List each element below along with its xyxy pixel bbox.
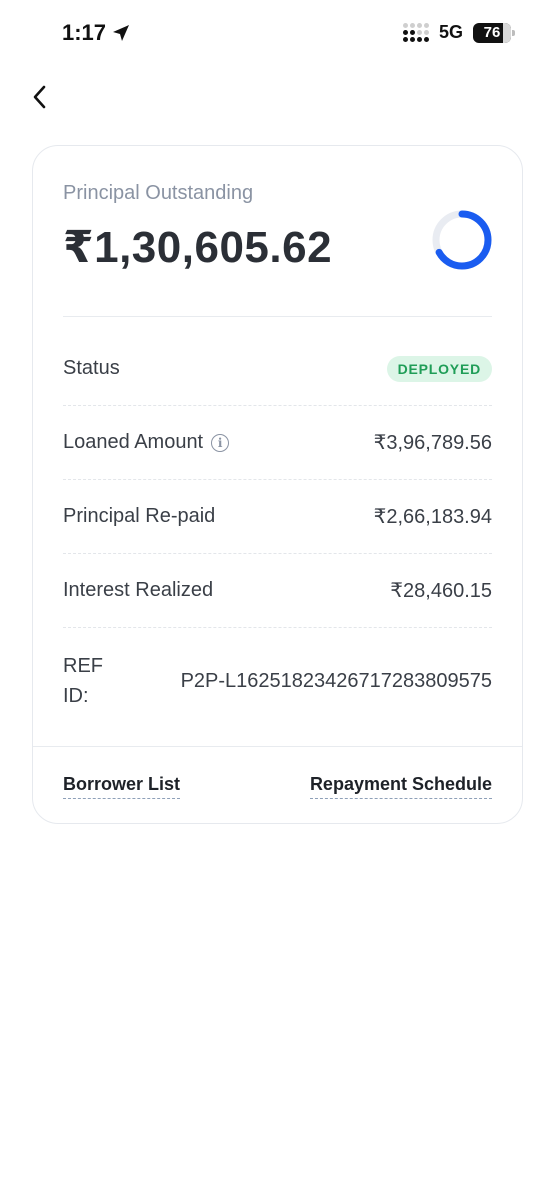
status-bar: 1:17 5G 76 [0, 0, 555, 70]
back-chevron-icon [33, 85, 46, 109]
principal-repaid-row: Principal Re-paid ₹2,66,183.94 [63, 480, 492, 554]
back-button[interactable] [26, 82, 52, 112]
interest-realized-label: Interest Realized [63, 579, 214, 601]
divider [63, 316, 492, 317]
time-text: 1:17 [62, 20, 107, 45]
signal-icon [402, 23, 429, 42]
status-time: 1:17 [62, 20, 130, 46]
principal-repaid-value: ₹2,66,183.94 [373, 506, 492, 528]
interest-realized-value: ₹28,460.15 [390, 580, 492, 602]
status-badge: DEPLOYED [386, 355, 492, 382]
principal-outstanding-label: Principal Outstanding [63, 182, 254, 204]
loaned-amount-value: ₹3,96,789.56 [373, 432, 492, 454]
repayment-progress-ring [432, 210, 492, 270]
ref-id-row: REF ID: P2P-L16251823426717283809575 [63, 638, 492, 724]
ref-id-label: REF ID: [63, 655, 103, 707]
principal-outstanding-value: ₹1,30,605.62 [63, 223, 333, 272]
status-row: Status DEPLOYED [63, 332, 492, 406]
status-label: Status [63, 357, 120, 379]
borrower-list-link[interactable]: Borrower List [63, 774, 181, 799]
network-label: 5G [438, 22, 463, 42]
battery-icon: 76 [473, 22, 515, 43]
loan-summary-card: Principal Outstanding ₹1,30,605.62 Statu… [32, 145, 523, 824]
loaned-amount-label-group: Loaned Amount i [63, 431, 230, 454]
repayment-schedule-link[interactable]: Repayment Schedule [309, 774, 492, 799]
loaned-amount-row: Loaned Amount i ₹3,96,789.56 [63, 406, 492, 480]
interest-realized-row: Interest Realized ₹28,460.15 [63, 554, 492, 628]
divider [33, 746, 522, 747]
ref-id-value: P2P-L16251823426717283809575 [180, 669, 492, 692]
battery-level: 76 [483, 24, 501, 41]
principal-repaid-label: Principal Re-paid [63, 505, 216, 527]
location-arrow-icon [113, 25, 130, 41]
info-icon[interactable]: i [211, 433, 230, 452]
status-indicators: 5G 76 [402, 22, 515, 43]
loaned-amount-label: Loaned Amount [63, 431, 204, 453]
